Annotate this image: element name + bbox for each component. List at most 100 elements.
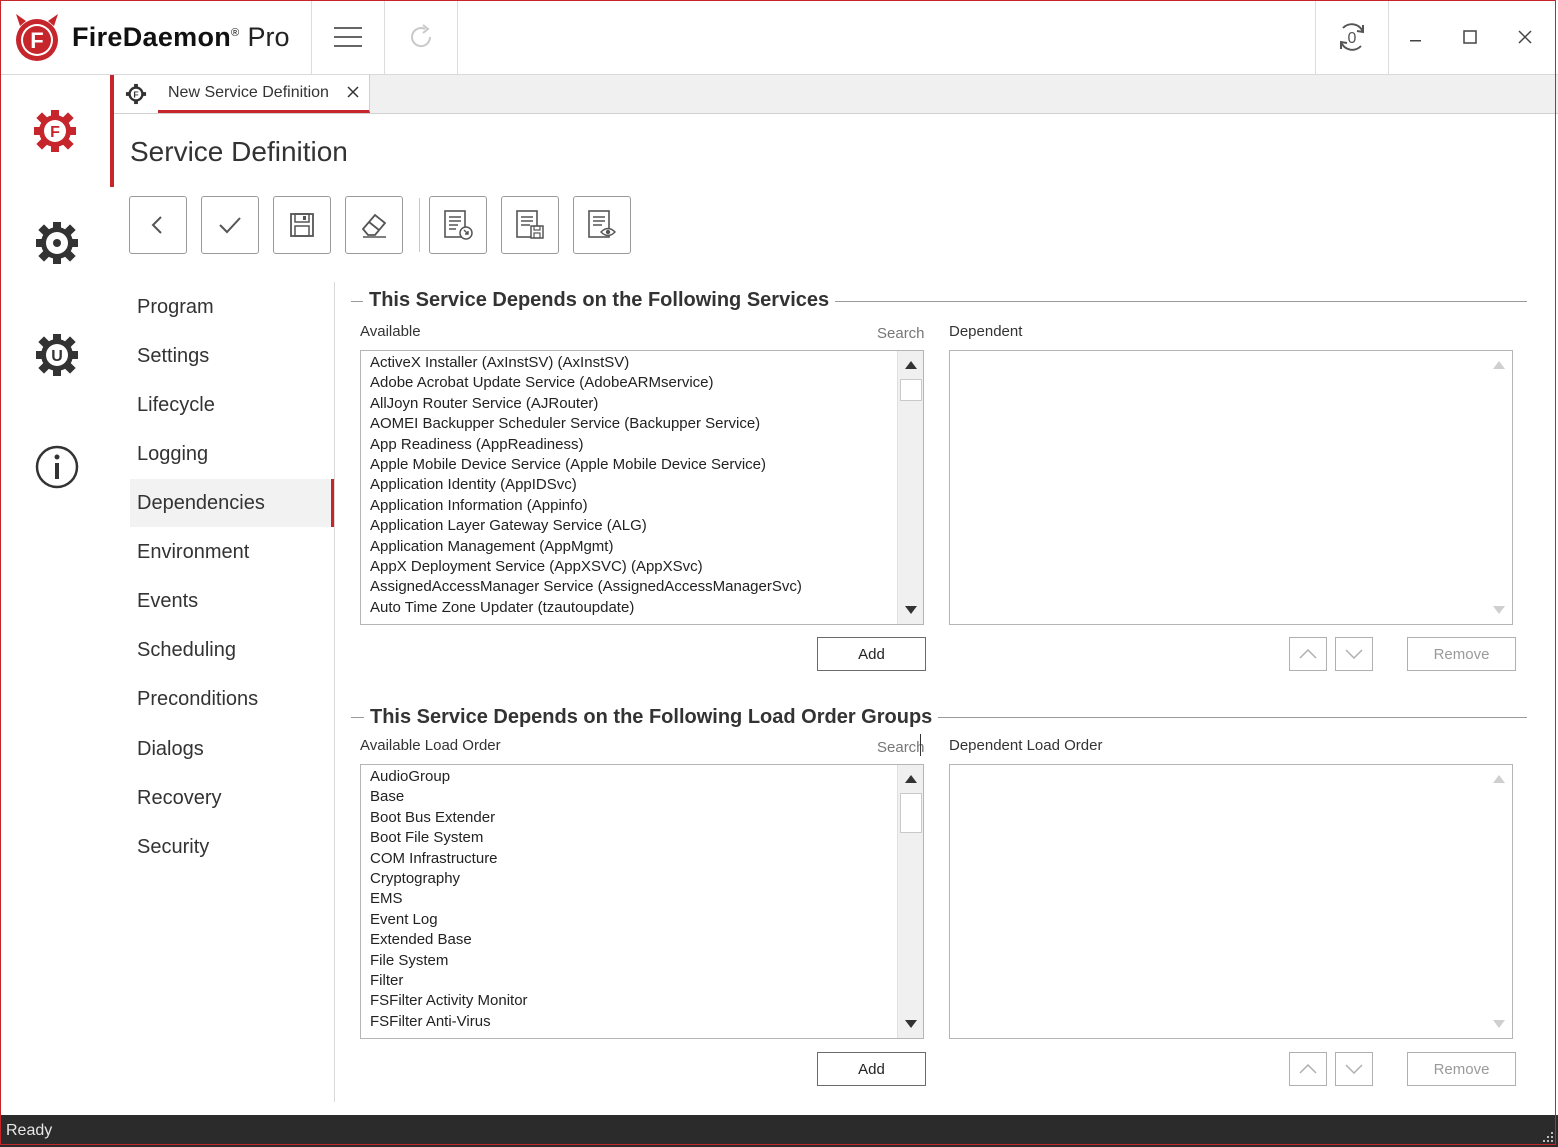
- section-environment[interactable]: Environment: [130, 528, 334, 576]
- scroll-down-arrow[interactable]: [898, 598, 923, 622]
- scroll-down-arrow: [1486, 598, 1512, 622]
- section-settings[interactable]: Settings: [130, 332, 334, 380]
- move-down-service-button[interactable]: [1335, 637, 1373, 671]
- add-load-order-button[interactable]: Add: [817, 1052, 926, 1086]
- list-item[interactable]: AllJoyn Router Service (AJRouter): [361, 394, 923, 414]
- update-check-button[interactable]: 0: [1316, 0, 1388, 74]
- apply-button[interactable]: [201, 196, 259, 254]
- nav-firedaemon[interactable]: F: [0, 75, 114, 187]
- list-item[interactable]: Application Information (Appinfo): [361, 496, 923, 516]
- section-logging[interactable]: Logging: [130, 430, 334, 478]
- tab-new-service-definition[interactable]: New Service Definition: [158, 75, 370, 113]
- load-order-search-label[interactable]: Search: [877, 739, 925, 756]
- save-icon: [290, 213, 314, 237]
- hamburger-icon: [334, 27, 362, 47]
- status-text: Ready: [6, 1122, 53, 1139]
- chevron-down-icon: [905, 1020, 917, 1028]
- move-up-service-button[interactable]: [1289, 637, 1327, 671]
- section-scheduling[interactable]: Scheduling: [130, 626, 334, 674]
- svg-text:F: F: [50, 124, 60, 141]
- tab-app-icon[interactable]: F: [114, 75, 159, 113]
- firedaemon-gear-icon: F: [34, 110, 76, 152]
- available-load-order-scrollbar[interactable]: [897, 765, 923, 1038]
- firedaemon-gear-icon: F: [125, 83, 147, 105]
- chevron-down-icon: [1345, 649, 1363, 659]
- export-button[interactable]: [429, 196, 487, 254]
- list-item[interactable]: Adobe Acrobat Update Service (AdobeARMse…: [361, 373, 923, 393]
- section-program[interactable]: Program: [130, 283, 334, 331]
- list-item[interactable]: Application Management (AppMgmt): [361, 537, 923, 557]
- dependent-services-list[interactable]: [949, 350, 1513, 625]
- add-service-button[interactable]: Add: [817, 637, 926, 671]
- maximize-button[interactable]: [1443, 0, 1497, 74]
- available-load-order-list[interactable]: AudioGroup Base Boot Bus Extender Boot File…: [360, 764, 924, 1039]
- move-up-load-order-button[interactable]: [1289, 1052, 1327, 1086]
- list-item[interactable]: Event Log: [361, 910, 923, 930]
- scroll-up-arrow[interactable]: [898, 353, 923, 377]
- save-as-button[interactable]: [501, 196, 559, 254]
- section-events[interactable]: Events: [130, 577, 334, 625]
- list-item[interactable]: FSFilter Activity Monitor: [361, 991, 923, 1011]
- chevron-up-icon: [905, 775, 917, 783]
- tab-close-icon[interactable]: [345, 84, 361, 100]
- list-item[interactable]: AOMEI Backupper Scheduler Service (Backu…: [361, 414, 923, 434]
- save-button[interactable]: [273, 196, 331, 254]
- list-item[interactable]: Application Identity (AppIDSvc): [361, 475, 923, 495]
- section-recovery[interactable]: Recovery: [130, 774, 334, 822]
- menu-button[interactable]: [312, 0, 384, 74]
- scroll-down-arrow[interactable]: [898, 1012, 923, 1036]
- list-item[interactable]: Extended Base: [361, 930, 923, 950]
- brand: F FireDaemon® Pro: [12, 12, 289, 62]
- section-lifecycle[interactable]: Lifecycle: [130, 381, 334, 429]
- list-item[interactable]: Boot Bus Extender: [361, 808, 923, 828]
- close-window-button[interactable]: [1497, 0, 1553, 74]
- list-item[interactable]: FSFilter Anti-Virus: [361, 1012, 923, 1032]
- dependent-load-order-list[interactable]: [949, 764, 1513, 1039]
- svg-text:F: F: [30, 28, 43, 53]
- list-item[interactable]: EMS: [361, 889, 923, 909]
- available-load-order-label: Available Load Order: [360, 737, 501, 754]
- nav-about[interactable]: [0, 411, 114, 523]
- list-item[interactable]: Cryptography: [361, 869, 923, 889]
- section-dialogs[interactable]: Dialogs: [130, 725, 334, 773]
- list-item[interactable]: File System: [361, 951, 923, 971]
- section-dependencies[interactable]: Dependencies: [130, 479, 334, 527]
- page-title: Service Definition: [130, 136, 348, 167]
- list-item[interactable]: Apple Mobile Device Service (Apple Mobil…: [361, 455, 923, 475]
- list-item[interactable]: Base: [361, 787, 923, 807]
- nav-updates[interactable]: U: [0, 299, 114, 411]
- preview-button[interactable]: [573, 196, 631, 254]
- back-button[interactable]: [129, 196, 187, 254]
- minimize-icon: [1410, 40, 1421, 42]
- resize-grip-icon[interactable]: [1540, 1129, 1554, 1143]
- list-item[interactable]: AppX Deployment Service (AppXSVC) (AppXS…: [361, 557, 923, 577]
- list-item[interactable]: Auto Time Zone Updater (tzautoupdate): [361, 598, 923, 618]
- list-item[interactable]: App Readiness (AppReadiness): [361, 435, 923, 455]
- remove-service-button[interactable]: Remove: [1407, 637, 1516, 671]
- status-bar: Ready: [0, 1115, 1558, 1147]
- section-preconditions[interactable]: Preconditions: [130, 675, 334, 723]
- tab-label: New Service Definition: [168, 83, 329, 101]
- list-item[interactable]: Application Layer Gateway Service (ALG): [361, 516, 923, 536]
- available-services-list[interactable]: ActiveX Installer (AxInstSV) (AxInstSV) A…: [360, 350, 924, 625]
- refresh-button[interactable]: [385, 0, 457, 74]
- services-search-label[interactable]: Search: [877, 325, 925, 342]
- section-security[interactable]: Security: [130, 823, 334, 871]
- scroll-thumb[interactable]: [900, 379, 922, 401]
- scroll-thumb[interactable]: [900, 793, 922, 833]
- minimize-button[interactable]: [1389, 0, 1443, 74]
- refresh-icon: [411, 24, 432, 48]
- list-item[interactable]: AssignedAccessManager Service (AssignedA…: [361, 577, 923, 597]
- nav-services[interactable]: [0, 187, 114, 299]
- scroll-up-arrow[interactable]: [898, 767, 923, 791]
- list-item[interactable]: ActiveX Installer (AxInstSV) (AxInstSV): [361, 353, 923, 373]
- move-down-load-order-button[interactable]: [1335, 1052, 1373, 1086]
- list-item[interactable]: COM Infrastructure: [361, 849, 923, 869]
- list-item[interactable]: Boot File System: [361, 828, 923, 848]
- list-item[interactable]: Filter: [361, 971, 923, 991]
- clear-button[interactable]: [345, 196, 403, 254]
- available-services-scrollbar[interactable]: [897, 351, 923, 624]
- remove-load-order-button[interactable]: Remove: [1407, 1052, 1516, 1086]
- svg-text:0: 0: [1348, 30, 1357, 47]
- list-item[interactable]: AudioGroup: [361, 767, 923, 787]
